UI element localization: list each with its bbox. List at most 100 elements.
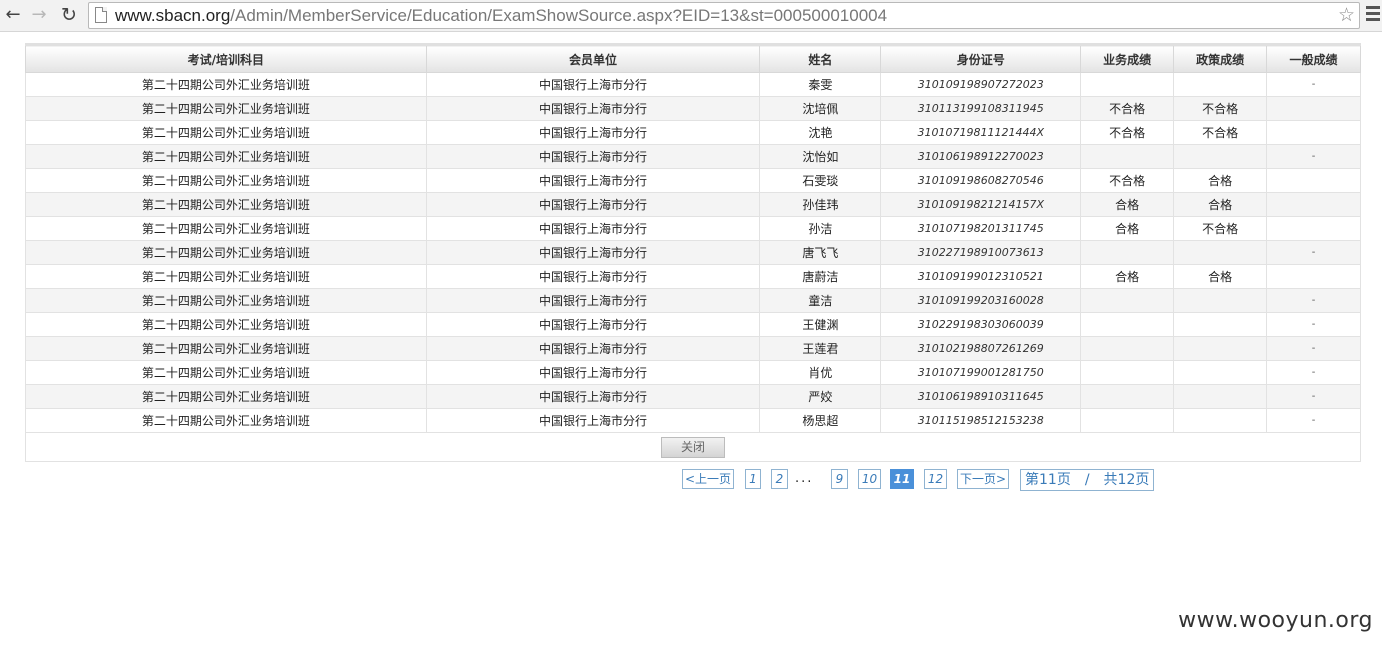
cell-course: 第二十四期公司外汇业务培训班	[25, 336, 427, 361]
cell-member-unit: 中国银行上海市分行	[425, 312, 761, 337]
bookmark-star-icon[interactable]: ☆	[1338, 3, 1355, 27]
page-link-10[interactable]: 10	[858, 469, 881, 489]
cell-general-score: -	[1266, 360, 1361, 385]
url-text[interactable]: www.sbacn.org/Admin/MemberService/Educat…	[115, 5, 887, 26]
cell-policy-score	[1173, 384, 1268, 409]
next-page-link[interactable]: 下一页>	[957, 469, 1009, 489]
column-header-member-unit: 会员单位	[425, 43, 761, 73]
cell-member-unit: 中国银行上海市分行	[425, 144, 761, 169]
url-path: /Admin/MemberService/Education/ExamShowS…	[230, 6, 888, 25]
column-header-course: 考试/培训科目	[25, 43, 427, 73]
close-button[interactable]: 关闭	[661, 436, 725, 458]
cell-business-score: 不合格	[1080, 168, 1175, 193]
cell-member-unit: 中国银行上海市分行	[425, 264, 761, 289]
cell-course: 第二十四期公司外汇业务培训班	[25, 192, 427, 217]
cell-course: 第二十四期公司外汇业务培训班	[25, 384, 427, 409]
score-table: 考试/培训科目 会员单位 姓名 身份证号 业务成绩 政策成绩 一般成绩 第二十四…	[25, 43, 1361, 462]
cell-course: 第二十四期公司外汇业务培训班	[25, 408, 427, 433]
table-row: 第二十四期公司外汇业务培训班 中国银行上海市分行 肖优 310107199001281…	[25, 360, 1361, 385]
table-body: 第二十四期公司外汇业务培训班 中国银行上海市分行 秦雯 310109198907272…	[25, 72, 1361, 433]
cell-course: 第二十四期公司外汇业务培训班	[25, 72, 427, 97]
cell-name: 杨思超	[759, 408, 882, 433]
browser-toolbar: ← → ↻ www.sbacn.org/Admin/MemberService/…	[0, 0, 1382, 32]
cell-general-score	[1266, 120, 1361, 145]
page-info: 第11页 / 共12页	[1020, 469, 1155, 491]
cell-business-score	[1080, 72, 1175, 97]
table-row: 第二十四期公司外汇业务培训班 中国银行上海市分行 童洁 310109199203160…	[25, 288, 1361, 313]
table-footer-row: 关闭	[25, 432, 1361, 462]
cell-general-score: -	[1266, 288, 1361, 313]
cell-name: 唐飞飞	[759, 240, 882, 265]
cell-general-score: -	[1266, 72, 1361, 97]
reload-icon[interactable]: ↻	[58, 4, 80, 26]
cell-id-number: 310109199012310521	[880, 264, 1082, 289]
cell-id-number: 310102198807261269	[880, 336, 1082, 361]
cell-policy-score: 合格	[1173, 192, 1268, 217]
forward-arrow-icon[interactable]: →	[28, 4, 50, 26]
cell-general-score	[1266, 168, 1361, 193]
cell-id-number: 31010919821214157X	[880, 192, 1082, 217]
cell-business-score	[1080, 336, 1175, 361]
cell-policy-score	[1173, 360, 1268, 385]
table-row: 第二十四期公司外汇业务培训班 中国银行上海市分行 秦雯 310109198907272…	[25, 72, 1361, 97]
menu-icon[interactable]	[1366, 6, 1380, 22]
cell-id-number: 310107199001281750	[880, 360, 1082, 385]
cell-policy-score: 不合格	[1173, 216, 1268, 241]
page-link-12[interactable]: 12	[924, 469, 947, 489]
cell-general-score: -	[1266, 384, 1361, 409]
address-bar[interactable]: www.sbacn.org/Admin/MemberService/Educat…	[88, 2, 1360, 29]
cell-policy-score: 不合格	[1173, 96, 1268, 121]
cell-general-score: -	[1266, 144, 1361, 169]
prev-page-link[interactable]: <上一页	[682, 469, 734, 489]
cell-policy-score	[1173, 336, 1268, 361]
cell-business-score	[1080, 408, 1175, 433]
cell-name: 孙洁	[759, 216, 882, 241]
page-link-9[interactable]: 9	[831, 469, 848, 489]
table-row: 第二十四期公司外汇业务培训班 中国银行上海市分行 石雯琰 31010919860827…	[25, 168, 1361, 193]
cell-course: 第二十四期公司外汇业务培训班	[25, 96, 427, 121]
cell-name: 沈怡如	[759, 144, 882, 169]
cell-member-unit: 中国银行上海市分行	[425, 96, 761, 121]
cell-id-number: 310106198912270023	[880, 144, 1082, 169]
table-header-row: 考试/培训科目 会员单位 姓名 身份证号 业务成绩 政策成绩 一般成绩	[25, 43, 1361, 73]
column-header-policy-score: 政策成绩	[1173, 43, 1268, 73]
watermark-text: www.wooyun.org	[1178, 608, 1373, 633]
cell-course: 第二十四期公司外汇业务培训班	[25, 360, 427, 385]
cell-business-score	[1080, 144, 1175, 169]
cell-policy-score: 合格	[1173, 264, 1268, 289]
footer-cell: 关闭	[25, 432, 1361, 462]
table-row: 第二十四期公司外汇业务培训班 中国银行上海市分行 王莲君 31010219880726…	[25, 336, 1361, 361]
cell-member-unit: 中国银行上海市分行	[425, 408, 761, 433]
cell-business-score: 不合格	[1080, 120, 1175, 145]
cell-id-number: 310115198512153238	[880, 408, 1082, 433]
cell-id-number: 310229198303060039	[880, 312, 1082, 337]
column-header-id-number: 身份证号	[880, 43, 1082, 73]
column-header-name: 姓名	[759, 43, 882, 73]
page-link-1[interactable]: 1	[745, 469, 761, 489]
page-link-2[interactable]: 2	[771, 469, 788, 489]
table-row: 第二十四期公司外汇业务培训班 中国银行上海市分行 孙洁 310107198201311…	[25, 216, 1361, 241]
cell-business-score	[1080, 288, 1175, 313]
back-arrow-icon[interactable]: ←	[2, 4, 24, 26]
cell-id-number: 310107198201311745	[880, 216, 1082, 241]
table-row: 第二十四期公司外汇业务培训班 中国银行上海市分行 沈培佩 31011319910831…	[25, 96, 1361, 121]
cell-policy-score	[1173, 288, 1268, 313]
cell-name: 王健渊	[759, 312, 882, 337]
cell-course: 第二十四期公司外汇业务培训班	[25, 144, 427, 169]
cell-policy-score	[1173, 144, 1268, 169]
cell-id-number: 310109199203160028	[880, 288, 1082, 313]
column-header-business-score: 业务成绩	[1080, 43, 1175, 73]
cell-general-score: -	[1266, 312, 1361, 337]
cell-general-score	[1266, 192, 1361, 217]
cell-general-score	[1266, 216, 1361, 241]
table-row: 第二十四期公司外汇业务培训班 中国银行上海市分行 王健渊 31022919830306…	[25, 312, 1361, 337]
cell-member-unit: 中国银行上海市分行	[425, 168, 761, 193]
page-link-11-current[interactable]: 11	[890, 469, 914, 489]
cell-member-unit: 中国银行上海市分行	[425, 240, 761, 265]
url-host: www.sbacn.org	[115, 6, 231, 25]
table-row: 第二十四期公司外汇业务培训班 中国银行上海市分行 孙佳玮 31010919821214…	[25, 192, 1361, 217]
pager-ellipsis: ...	[795, 471, 814, 486]
cell-name: 孙佳玮	[759, 192, 882, 217]
cell-course: 第二十四期公司外汇业务培训班	[25, 120, 427, 145]
cell-member-unit: 中国银行上海市分行	[425, 360, 761, 385]
